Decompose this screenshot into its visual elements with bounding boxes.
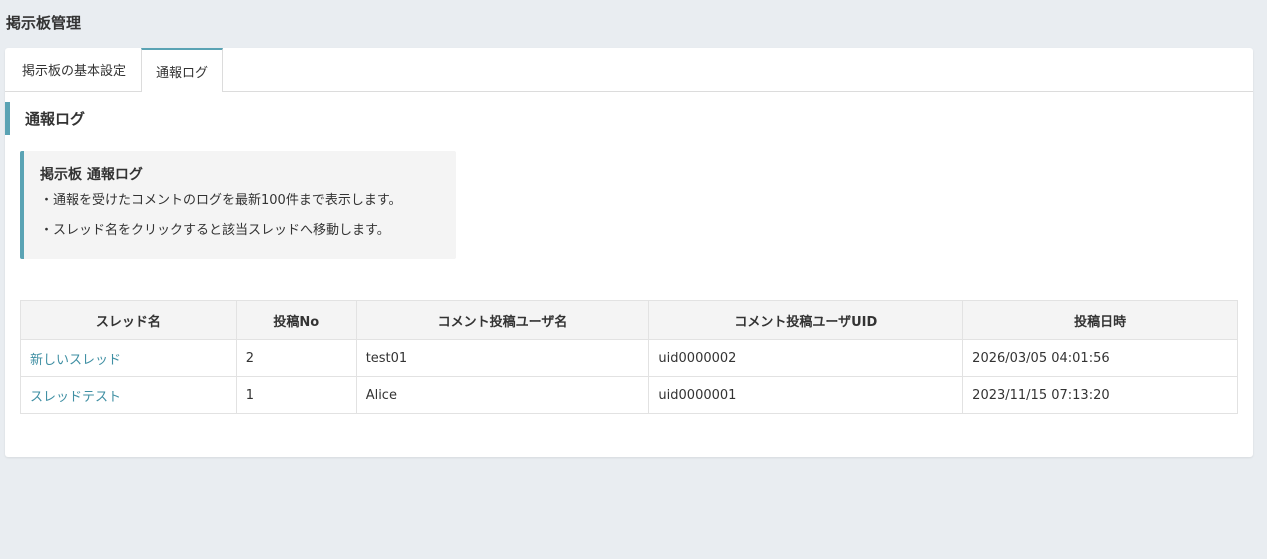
main-card: 掲示板の基本設定 通報ログ 通報ログ 掲示板 通報ログ ・通報を受けたコメントの… bbox=[5, 48, 1253, 457]
thread-link[interactable]: 新しいスレッド bbox=[30, 353, 121, 368]
section-heading: 通報ログ bbox=[5, 102, 305, 135]
info-line: ・通報を受けたコメントのログを最新100件まで表示します。 bbox=[40, 193, 402, 208]
tab-report-log[interactable]: 通報ログ bbox=[141, 48, 223, 92]
column-header-user-uid: コメント投稿ユーザUID bbox=[648, 300, 964, 340]
tab-basic-settings[interactable]: 掲示板の基本設定 bbox=[8, 48, 140, 91]
column-header-post-no: 投稿No bbox=[235, 300, 357, 340]
cell-user-name: Alice bbox=[355, 376, 650, 414]
cell-thread: スレッドテスト bbox=[20, 376, 237, 414]
table-header-row: スレッド名 投稿No コメント投稿ユーザ名 コメント投稿ユーザUID 投稿日時 bbox=[20, 300, 1238, 340]
tab-bar: 掲示板の基本設定 通報ログ bbox=[5, 48, 1253, 92]
column-header-thread: スレッド名 bbox=[20, 300, 237, 340]
cell-datetime: 2023/11/15 07:13:20 bbox=[962, 376, 1238, 414]
column-header-datetime: 投稿日時 bbox=[962, 300, 1238, 340]
column-header-user-name: コメント投稿ユーザ名 bbox=[355, 300, 650, 340]
table-row: 新しいスレッド 2 test01 uid0000002 2026/03/05 0… bbox=[20, 339, 1238, 377]
info-line: ・スレッド名をクリックすると該当スレッドへ移動します。 bbox=[40, 223, 390, 238]
cell-user-uid: uid0000001 bbox=[648, 376, 964, 414]
page-title: 掲示板管理 bbox=[6, 14, 82, 32]
info-title: 掲示板 通報ログ bbox=[40, 167, 143, 183]
thread-link[interactable]: スレッドテスト bbox=[30, 390, 121, 405]
report-log-table: スレッド名 投稿No コメント投稿ユーザ名 コメント投稿ユーザUID 投稿日時 … bbox=[20, 300, 1238, 414]
cell-datetime: 2026/03/05 04:01:56 bbox=[962, 339, 1238, 377]
cell-user-name: test01 bbox=[355, 339, 650, 377]
cell-thread: 新しいスレッド bbox=[20, 339, 237, 377]
cell-post-no: 1 bbox=[235, 376, 357, 414]
cell-user-uid: uid0000002 bbox=[648, 339, 964, 377]
cell-post-no: 2 bbox=[235, 339, 357, 377]
table-row: スレッドテスト 1 Alice uid0000001 2023/11/15 07… bbox=[20, 376, 1238, 414]
info-box: 掲示板 通報ログ ・通報を受けたコメントのログを最新100件まで表示します。 ・… bbox=[20, 151, 456, 259]
